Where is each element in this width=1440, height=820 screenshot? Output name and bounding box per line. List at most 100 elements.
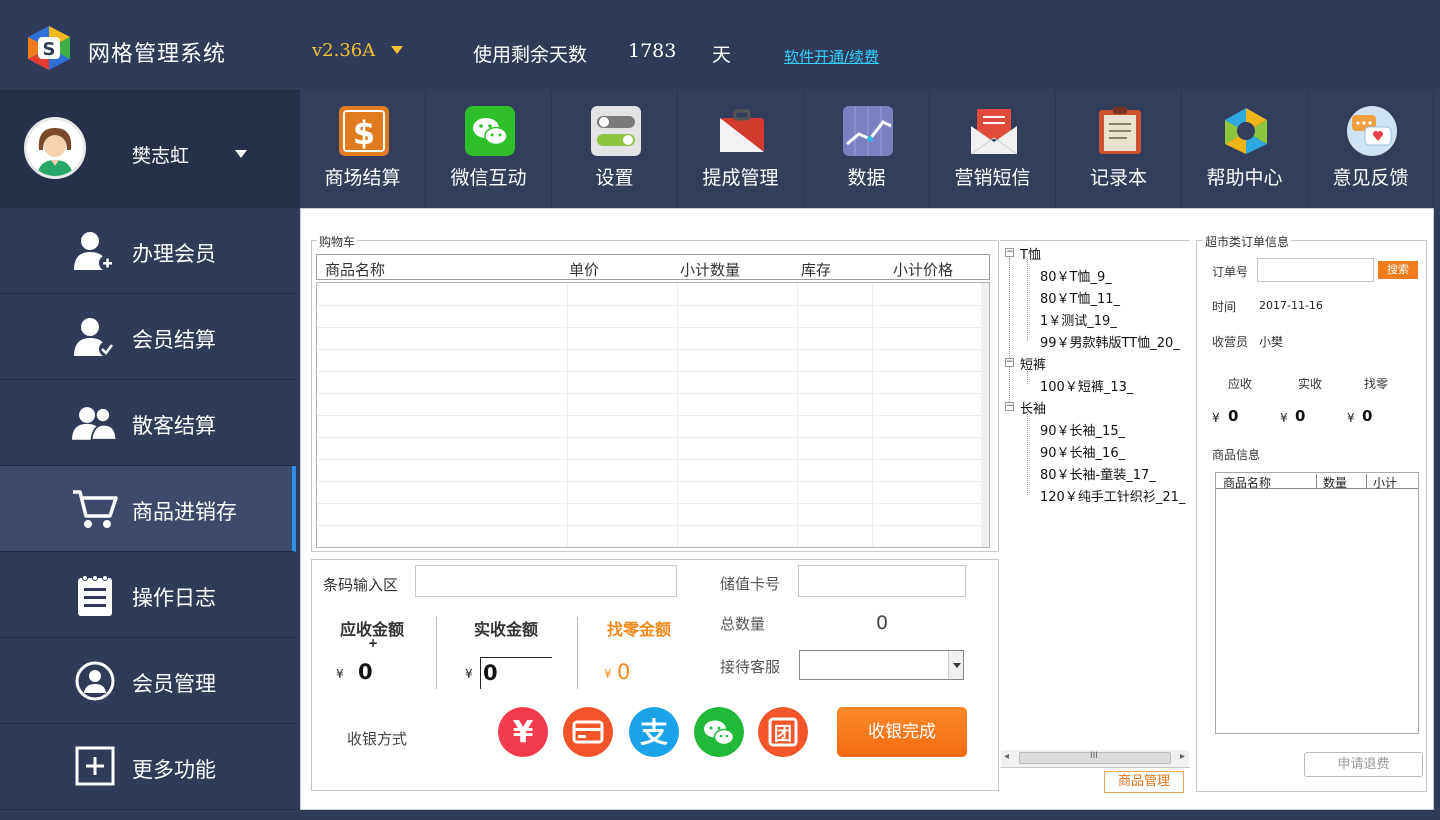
- users-icon: [72, 407, 118, 441]
- tool-feedback[interactable]: 意见反馈: [1308, 90, 1434, 208]
- sidebar-item-label: 会员管理: [132, 672, 216, 696]
- order-change-label: 找零: [1364, 377, 1389, 391]
- order-receivable-label: 应收: [1228, 377, 1253, 391]
- tool-settings[interactable]: 设置: [552, 90, 678, 208]
- total-qty-label: 总数量: [720, 615, 766, 633]
- scroll-right-icon[interactable]: ▸: [1180, 751, 1185, 762]
- tree-item[interactable]: 80￥T恤_11_: [1040, 288, 1120, 307]
- days-remaining-label: 使用剩余天数: [473, 44, 588, 66]
- tool-sms-marketing[interactable]: 营销短信: [930, 90, 1056, 208]
- column-header[interactable]: 小计: [1366, 474, 1397, 490]
- goods-info-label: 商品信息: [1212, 448, 1261, 462]
- tool-label: 微信互动: [450, 167, 527, 189]
- service-staff-label: 接待客服: [720, 658, 781, 676]
- cart-icon: [73, 490, 118, 528]
- card-number-input[interactable]: [798, 565, 966, 597]
- user-avatar-icon: [27, 120, 83, 176]
- chevron-down-icon[interactable]: [235, 150, 247, 158]
- sidebar-item-register-member[interactable]: 办理会员: [0, 208, 296, 294]
- column-header[interactable]: 库存: [801, 259, 831, 280]
- version-selector[interactable]: v2.36A: [312, 40, 375, 61]
- tree-item[interactable]: 120￥纯手工针织衫_21_: [1040, 486, 1185, 505]
- tool-label: 意见反馈: [1332, 167, 1409, 189]
- sidebar-item-guest-checkout[interactable]: 散客结算: [0, 380, 296, 466]
- cart-legend: 购物车: [317, 233, 358, 250]
- order-no-input[interactable]: [1257, 258, 1374, 282]
- sidebar: 办理会员 会员结算 散客结算 商品进销存 操作日志 会员管理 更多功能: [0, 208, 300, 820]
- refund-request-button[interactable]: 申请退费: [1304, 752, 1423, 777]
- tree-item[interactable]: 1￥测试_19_: [1040, 310, 1117, 329]
- avatar[interactable]: [24, 117, 86, 179]
- column-header[interactable]: 商品名称: [1223, 474, 1271, 491]
- sidebar-item-label: 操作日志: [132, 586, 216, 610]
- column-header[interactable]: 商品名称: [325, 259, 385, 280]
- goods-management-button[interactable]: 商品管理: [1104, 771, 1184, 793]
- column-header[interactable]: 小计数量: [680, 259, 740, 280]
- tree-item[interactable]: 90￥长袖_15_: [1040, 420, 1125, 439]
- cash-yen-icon[interactable]: ¥: [498, 707, 548, 757]
- sidebar-item-member-checkout[interactable]: 会员结算: [0, 294, 296, 380]
- collapse-icon[interactable]: −: [1005, 402, 1014, 411]
- cashier-value: 小樊: [1259, 335, 1284, 349]
- tree-item[interactable]: 100￥短裤_13_: [1040, 376, 1133, 395]
- svg-text:$: $: [353, 114, 375, 152]
- tool-mall-checkout[interactable]: $ 商场结算: [300, 90, 426, 208]
- tool-wechat[interactable]: 微信互动: [426, 90, 552, 208]
- yen-icon: ¥: [1280, 411, 1288, 425]
- received-amount-input[interactable]: 0: [480, 657, 552, 689]
- days-remaining-value: 1783: [628, 40, 677, 62]
- sidebar-item-operation-log[interactable]: 操作日志: [0, 552, 296, 638]
- yen-icon: ¥: [1347, 411, 1355, 425]
- tree-item[interactable]: 90￥长袖_16_: [1040, 442, 1125, 461]
- sidebar-item-inventory[interactable]: 商品进销存: [0, 466, 296, 552]
- checkout-done-button[interactable]: 收银完成: [837, 707, 967, 757]
- tree-group[interactable]: 短裤: [1020, 354, 1046, 373]
- search-button[interactable]: 搜索: [1378, 261, 1418, 279]
- received-label: 实收金额: [474, 620, 539, 639]
- user-name[interactable]: 樊志虹: [132, 141, 189, 168]
- tree-horizontal-scrollbar[interactable]: ◂ III ▸: [1001, 750, 1189, 767]
- column-header[interactable]: 数量: [1316, 474, 1347, 490]
- tool-help-center[interactable]: 帮助中心: [1182, 90, 1308, 208]
- recycle-arrows-icon: [1225, 108, 1267, 154]
- scroll-left-icon[interactable]: ◂: [1004, 751, 1009, 762]
- tree-item[interactable]: 80￥T恤_9_: [1040, 266, 1112, 285]
- wechat-pay-icon[interactable]: [694, 707, 744, 757]
- column-header[interactable]: 小计价格: [893, 259, 953, 280]
- sidebar-item-label: 散客结算: [132, 414, 216, 438]
- sidebar-item-label: 商品进销存: [132, 500, 237, 524]
- service-staff-select[interactable]: [799, 650, 964, 680]
- alipay-icon[interactable]: 支: [629, 707, 679, 757]
- goods-info-table[interactable]: 商品名称 数量 小计: [1215, 472, 1419, 734]
- collapse-icon[interactable]: −: [1005, 248, 1014, 257]
- tree-group[interactable]: T恤: [1020, 244, 1041, 263]
- received-amount: 0: [483, 661, 498, 685]
- barcode-input[interactable]: [415, 565, 677, 597]
- cashier-label: 收营员: [1212, 335, 1249, 349]
- renew-link[interactable]: 软件开通/续费: [784, 46, 879, 67]
- sidebar-item-label: 更多功能: [132, 758, 216, 782]
- product-tree[interactable]: − T恤 80￥T恤_9_ 80￥T恤_11_ 1￥测试_19_ 99￥男款韩版…: [1000, 240, 1190, 768]
- tree-group[interactable]: 长袖: [1020, 398, 1046, 417]
- sidebar-item-more-functions[interactable]: 更多功能: [0, 724, 296, 810]
- collapse-icon[interactable]: −: [1005, 358, 1014, 367]
- scroll-thumb[interactable]: III: [1019, 751, 1171, 764]
- sidebar-item-member-management[interactable]: 会员管理: [0, 638, 296, 724]
- chevron-down-icon[interactable]: [391, 46, 403, 54]
- order-received-label: 实收: [1298, 377, 1323, 391]
- change-label: 找零金额: [607, 620, 672, 639]
- group-buy-icon[interactable]: 团: [758, 707, 808, 757]
- tree-item[interactable]: 99￥男款韩版TT恤_20_: [1040, 332, 1180, 351]
- tree-item[interactable]: 80￥长袖-童装_17_: [1040, 464, 1156, 483]
- tool-notebook[interactable]: 记录本: [1056, 90, 1182, 208]
- bank-card-icon[interactable]: [563, 707, 613, 757]
- svg-text:支: 支: [640, 716, 668, 749]
- user-area: 樊志虹: [0, 90, 300, 208]
- tool-data[interactable]: 数据: [804, 90, 930, 208]
- cart-scrollbar[interactable]: [981, 283, 989, 547]
- tool-commission[interactable]: 提成管理: [678, 90, 804, 208]
- cart-table-body[interactable]: [316, 282, 990, 548]
- column-header[interactable]: 单价: [569, 259, 599, 280]
- app-logo-icon: S: [28, 26, 70, 70]
- chevron-down-icon[interactable]: [948, 651, 963, 679]
